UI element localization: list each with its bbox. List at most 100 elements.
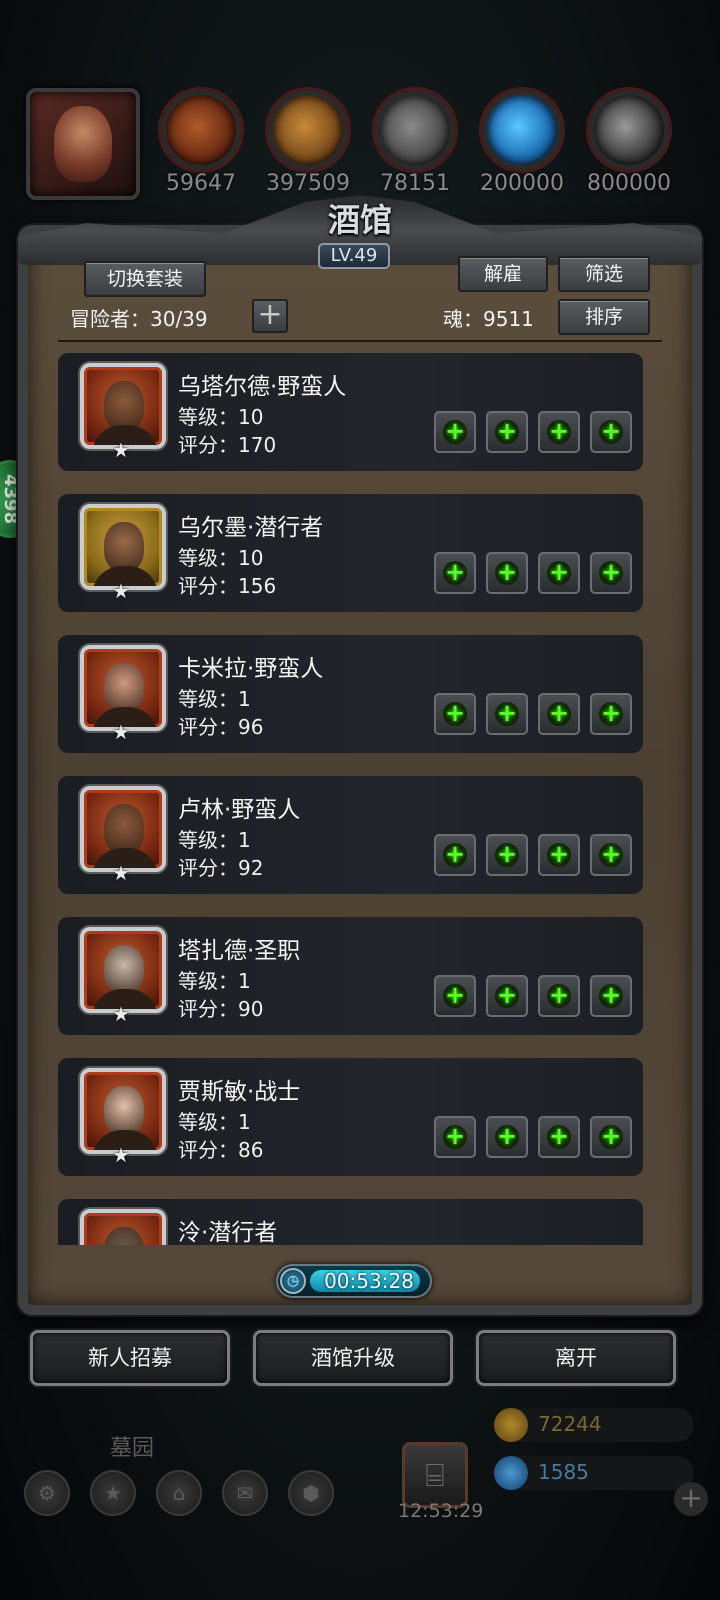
divider: [58, 340, 662, 342]
crystal-icon: [482, 90, 562, 170]
plus-icon: +: [495, 1122, 519, 1150]
hero-card[interactable]: ★ 塔扎德·圣职 等级：1 评分：90 + + + +: [58, 917, 643, 1035]
plus-icon: +: [547, 699, 571, 727]
star-icon: ★: [112, 1143, 130, 1167]
hero-list[interactable]: ★ 乌塔尔德·野蛮人 等级：10 评分：170 + + + + ★ 乌尔墨·潜行…: [58, 353, 662, 1245]
hero-card[interactable]: ★ 乌塔尔德·野蛮人 等级：10 评分：170 + + + +: [58, 353, 643, 471]
accessory-slot[interactable]: +: [538, 552, 580, 594]
hero-card[interactable]: ★ 贾斯敏·战士 等级：1 评分：86 + + + +: [58, 1058, 643, 1176]
hero-portrait[interactable]: [80, 786, 166, 872]
iron-icon: [589, 90, 669, 170]
plus-icon: +: [495, 699, 519, 727]
hero-portrait[interactable]: [80, 927, 166, 1013]
armor-slot[interactable]: +: [486, 411, 528, 453]
player-avatar[interactable]: [26, 88, 140, 200]
weapon-slot[interactable]: +: [434, 411, 476, 453]
hero-face: [104, 804, 144, 854]
accessory-slot[interactable]: +: [538, 1116, 580, 1158]
trinket-slot[interactable]: +: [590, 552, 632, 594]
plus-icon: +: [443, 840, 467, 868]
graveyard-label: 墓园: [110, 1436, 155, 1461]
hero-card[interactable]: ★ 泠·潜行者 + + + +: [58, 1199, 643, 1245]
tavern-upgrade-button[interactable]: 酒馆升级: [253, 1330, 453, 1386]
hero-card[interactable]: ★ 乌尔墨·潜行者 等级：10 评分：156 + + + +: [58, 494, 643, 612]
timer-text: 00:53:28: [324, 1269, 414, 1293]
hero-card[interactable]: ★ 卢林·野蛮人 等级：1 评分：92 + + + +: [58, 776, 643, 894]
plus-icon: +: [599, 1122, 623, 1150]
trinket-slot[interactable]: +: [590, 975, 632, 1017]
add-adventurer-slot-button[interactable]: +: [252, 299, 288, 333]
trinket-slot[interactable]: +: [590, 834, 632, 876]
star-icon: ★: [112, 1002, 130, 1026]
trinket-slot[interactable]: +: [590, 1116, 632, 1158]
hero-score: 评分：156: [178, 574, 277, 598]
crystal-value: 200000: [480, 171, 564, 196]
dismiss-button[interactable]: 解雇: [458, 256, 548, 292]
weapon-slot[interactable]: +: [434, 552, 476, 594]
plus-icon: +: [547, 417, 571, 445]
accessory-slot[interactable]: +: [538, 411, 580, 453]
weapon-slot[interactable]: +: [434, 834, 476, 876]
plus-icon: +: [443, 981, 467, 1009]
hero-name: 卡米拉·野蛮人: [178, 656, 324, 682]
weapon-slot[interactable]: +: [434, 1116, 476, 1158]
top-resource-bar: 59647 397509 78151 200000 800000: [0, 85, 720, 200]
trinket-slot[interactable]: +: [590, 411, 632, 453]
panel-title: 酒馆: [327, 201, 392, 239]
gem-value: 1585: [538, 1460, 589, 1484]
hero-portrait[interactable]: [80, 363, 166, 449]
weapon-slot[interactable]: +: [434, 975, 476, 1017]
sort-button[interactable]: 排序: [558, 299, 650, 335]
accessory-slot[interactable]: +: [538, 693, 580, 735]
plus-icon: +: [599, 981, 623, 1009]
hero-face: [104, 522, 144, 572]
meat-icon: [161, 90, 241, 170]
hero-portrait[interactable]: [80, 504, 166, 590]
soul-count: 魂：9511: [443, 307, 534, 331]
plus-icon: +: [547, 558, 571, 586]
hero-card[interactable]: ★ 卡米拉·野蛮人 等级：1 评分：96 + + + +: [58, 635, 643, 753]
star-icon: ★: [112, 579, 130, 603]
plus-icon: +: [547, 1122, 571, 1150]
hero-score: 评分：92: [178, 856, 264, 880]
star-icon: ★: [90, 1470, 136, 1516]
hero-level: 等级：1: [178, 969, 251, 993]
trinket-slot[interactable]: +: [590, 693, 632, 735]
hero-name: 卢林·野蛮人: [178, 797, 301, 823]
leave-button[interactable]: 离开: [476, 1330, 676, 1386]
hero-level: 等级：1: [178, 828, 251, 852]
filter-button[interactable]: 筛选: [558, 256, 650, 292]
armor-slot[interactable]: +: [486, 693, 528, 735]
hero-portrait[interactable]: [80, 1068, 166, 1154]
switch-outfit-button[interactable]: 切换套装: [84, 261, 206, 297]
hero-portrait[interactable]: [80, 1209, 166, 1245]
plus-icon: +: [547, 840, 571, 868]
hero-level: 等级：1: [178, 687, 251, 711]
plus-icon: +: [495, 981, 519, 1009]
star-icon: ★: [112, 861, 130, 885]
hero-level: 等级：10: [178, 546, 264, 570]
settings-icon: ⚙: [24, 1470, 70, 1516]
gem-icon: [494, 1456, 528, 1490]
hero-score: 评分：170: [178, 433, 277, 457]
armor-slot[interactable]: +: [486, 834, 528, 876]
hero-face: [104, 1086, 144, 1136]
hero-name: 乌塔尔德·野蛮人: [178, 374, 347, 400]
plus-icon: +: [495, 558, 519, 586]
accessory-slot[interactable]: +: [538, 975, 580, 1017]
plus-icon: +: [443, 699, 467, 727]
hero-portrait[interactable]: [80, 645, 166, 731]
accessory-slot[interactable]: +: [538, 834, 580, 876]
armor-slot[interactable]: +: [486, 1116, 528, 1158]
hero-score: 评分：96: [178, 715, 264, 739]
armor-slot[interactable]: +: [486, 552, 528, 594]
weapon-slot[interactable]: +: [434, 693, 476, 735]
plus-icon: +: [599, 417, 623, 445]
armor-slot[interactable]: +: [486, 975, 528, 1017]
gold-icon: [494, 1408, 528, 1442]
star-icon: ★: [112, 720, 130, 744]
gift-timer: 12:53:29: [398, 1500, 484, 1522]
hero-face: [104, 945, 144, 995]
recruit-button[interactable]: 新人招募: [30, 1330, 230, 1386]
adventurer-count: 冒险者：30/39: [70, 307, 208, 331]
